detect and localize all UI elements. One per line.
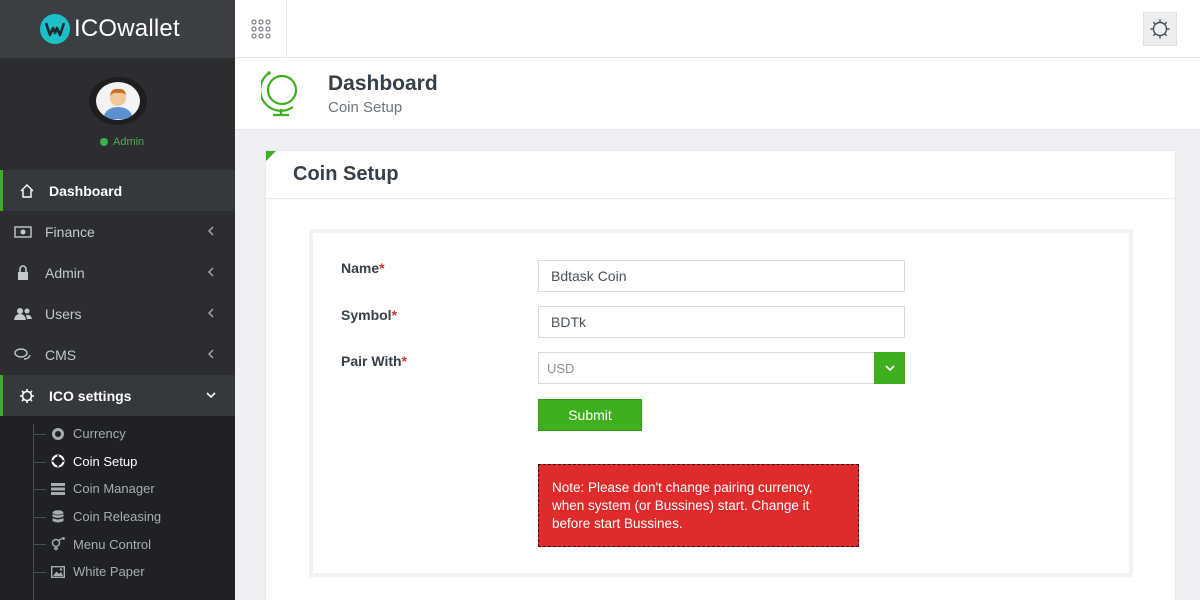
pair-with-select[interactable]: USD bbox=[538, 352, 905, 384]
symbol-label-text: Symbol bbox=[341, 307, 392, 323]
coin-setup-form: Name* Bdtask Coin Symbol* BDTk Pair With… bbox=[309, 229, 1133, 577]
page-header: Dashboard Coin Setup bbox=[235, 58, 1200, 130]
submenu-item-label: Coin Setup bbox=[73, 453, 138, 469]
intersex-icon bbox=[50, 537, 66, 551]
settings-button[interactable] bbox=[1143, 12, 1177, 46]
database-icon bbox=[50, 509, 66, 524]
sidebar-item-dashboard[interactable]: Dashboard bbox=[0, 170, 235, 211]
chevron-left-icon bbox=[208, 308, 214, 318]
submenu-item-label: White Paper bbox=[73, 564, 145, 580]
user-role: Admin bbox=[113, 136, 145, 148]
online-status: Admin bbox=[100, 136, 144, 148]
card-header: Coin Setup bbox=[266, 151, 1175, 199]
sidebar-nav: Dashboard Finance Admin Users CMS ICO se… bbox=[0, 170, 235, 600]
submit-button[interactable]: Submit bbox=[538, 399, 642, 431]
apps-grid-button[interactable] bbox=[235, 0, 287, 57]
globe-icon bbox=[261, 71, 298, 117]
symbol-input[interactable]: BDTk bbox=[538, 306, 905, 338]
sidebar-item-label: CMS bbox=[45, 346, 77, 363]
money-icon bbox=[14, 223, 32, 241]
select-toggle-button[interactable] bbox=[874, 352, 905, 384]
home-icon bbox=[18, 182, 36, 200]
submenu-item-currency[interactable]: Currency bbox=[0, 420, 235, 448]
pair-with-label-text: Pair With bbox=[341, 353, 402, 369]
required-mark: * bbox=[379, 260, 385, 276]
coin-setup-card: Coin Setup Name* Bdtask Coin Symbol* BDT… bbox=[265, 150, 1176, 600]
comments-icon bbox=[14, 346, 32, 364]
profile: Admin bbox=[0, 58, 235, 170]
chevron-left-icon bbox=[208, 226, 214, 236]
lifebuoy-icon bbox=[50, 454, 66, 468]
sidebar-item-cms[interactable]: CMS bbox=[0, 334, 235, 375]
submenu-item-coin-manager[interactable]: Coin Manager bbox=[0, 475, 235, 503]
pair-with-value: USD bbox=[547, 361, 575, 376]
chevron-left-icon bbox=[208, 267, 214, 277]
ico-settings-submenu: Currency Coin Setup Coin Manager Coin Re… bbox=[0, 416, 235, 600]
page-title: Dashboard bbox=[328, 72, 438, 95]
sidebar-item-label: Dashboard bbox=[49, 182, 123, 199]
brand-name: ICOwallet bbox=[74, 15, 180, 42]
list-icon bbox=[50, 482, 66, 496]
submenu-item-label: Menu Control bbox=[73, 536, 152, 552]
sidebar: ICOwallet Admin Dashboard Finance Admin … bbox=[0, 0, 235, 600]
online-dot-icon bbox=[100, 138, 108, 146]
chevron-down-icon bbox=[206, 392, 216, 399]
sidebar-item-label: Users bbox=[45, 305, 82, 322]
users-icon bbox=[14, 305, 32, 323]
name-label: Name* bbox=[341, 260, 385, 276]
page-subtitle: Coin Setup bbox=[328, 99, 403, 116]
sidebar-item-ico-settings[interactable]: ICO settings bbox=[0, 375, 235, 416]
coin-icon bbox=[50, 427, 66, 441]
card-title: Coin Setup bbox=[293, 163, 399, 185]
sidebar-item-label: ICO settings bbox=[49, 387, 132, 404]
submenu-item-coin-setup[interactable]: Coin Setup bbox=[0, 448, 235, 476]
required-mark: * bbox=[401, 353, 407, 369]
name-input[interactable]: Bdtask Coin bbox=[538, 260, 905, 292]
brand-logo-icon bbox=[40, 14, 70, 44]
sidebar-item-users[interactable]: Users bbox=[0, 293, 235, 334]
submenu-item-coin-releasing[interactable]: Coin Releasing bbox=[0, 503, 235, 531]
image-icon bbox=[50, 565, 66, 579]
pairing-warning-note: Note: Please don't change pairing curren… bbox=[538, 464, 859, 547]
sidebar-item-admin[interactable]: Admin bbox=[0, 252, 235, 293]
grid-icon bbox=[250, 18, 271, 39]
pair-with-label: Pair With* bbox=[341, 353, 407, 369]
chevron-left-icon bbox=[208, 349, 214, 359]
sidebar-item-label: Admin bbox=[45, 264, 85, 281]
brand[interactable]: ICOwallet bbox=[0, 0, 235, 58]
gear-icon bbox=[1150, 19, 1170, 39]
name-label-text: Name bbox=[341, 260, 380, 276]
topbar bbox=[235, 0, 1200, 58]
submenu-item-label: Currency bbox=[73, 426, 126, 442]
symbol-label: Symbol* bbox=[341, 307, 397, 323]
submenu-item-white-paper[interactable]: White Paper bbox=[0, 558, 235, 586]
sidebar-item-label: Finance bbox=[45, 223, 95, 240]
sidebar-item-finance[interactable]: Finance bbox=[0, 211, 235, 252]
lock-icon bbox=[14, 264, 32, 282]
submenu-item-label: Coin Releasing bbox=[73, 509, 162, 525]
chevron-down-icon bbox=[884, 365, 895, 372]
avatar[interactable] bbox=[89, 77, 147, 125]
gear-icon bbox=[18, 387, 36, 405]
submenu-item-label: Coin Manager bbox=[73, 481, 155, 497]
user-avatar-icon bbox=[104, 88, 132, 119]
submenu-item-menu-control[interactable]: Menu Control bbox=[0, 530, 235, 558]
required-mark: * bbox=[391, 307, 398, 323]
card-corner-accent bbox=[266, 151, 276, 161]
